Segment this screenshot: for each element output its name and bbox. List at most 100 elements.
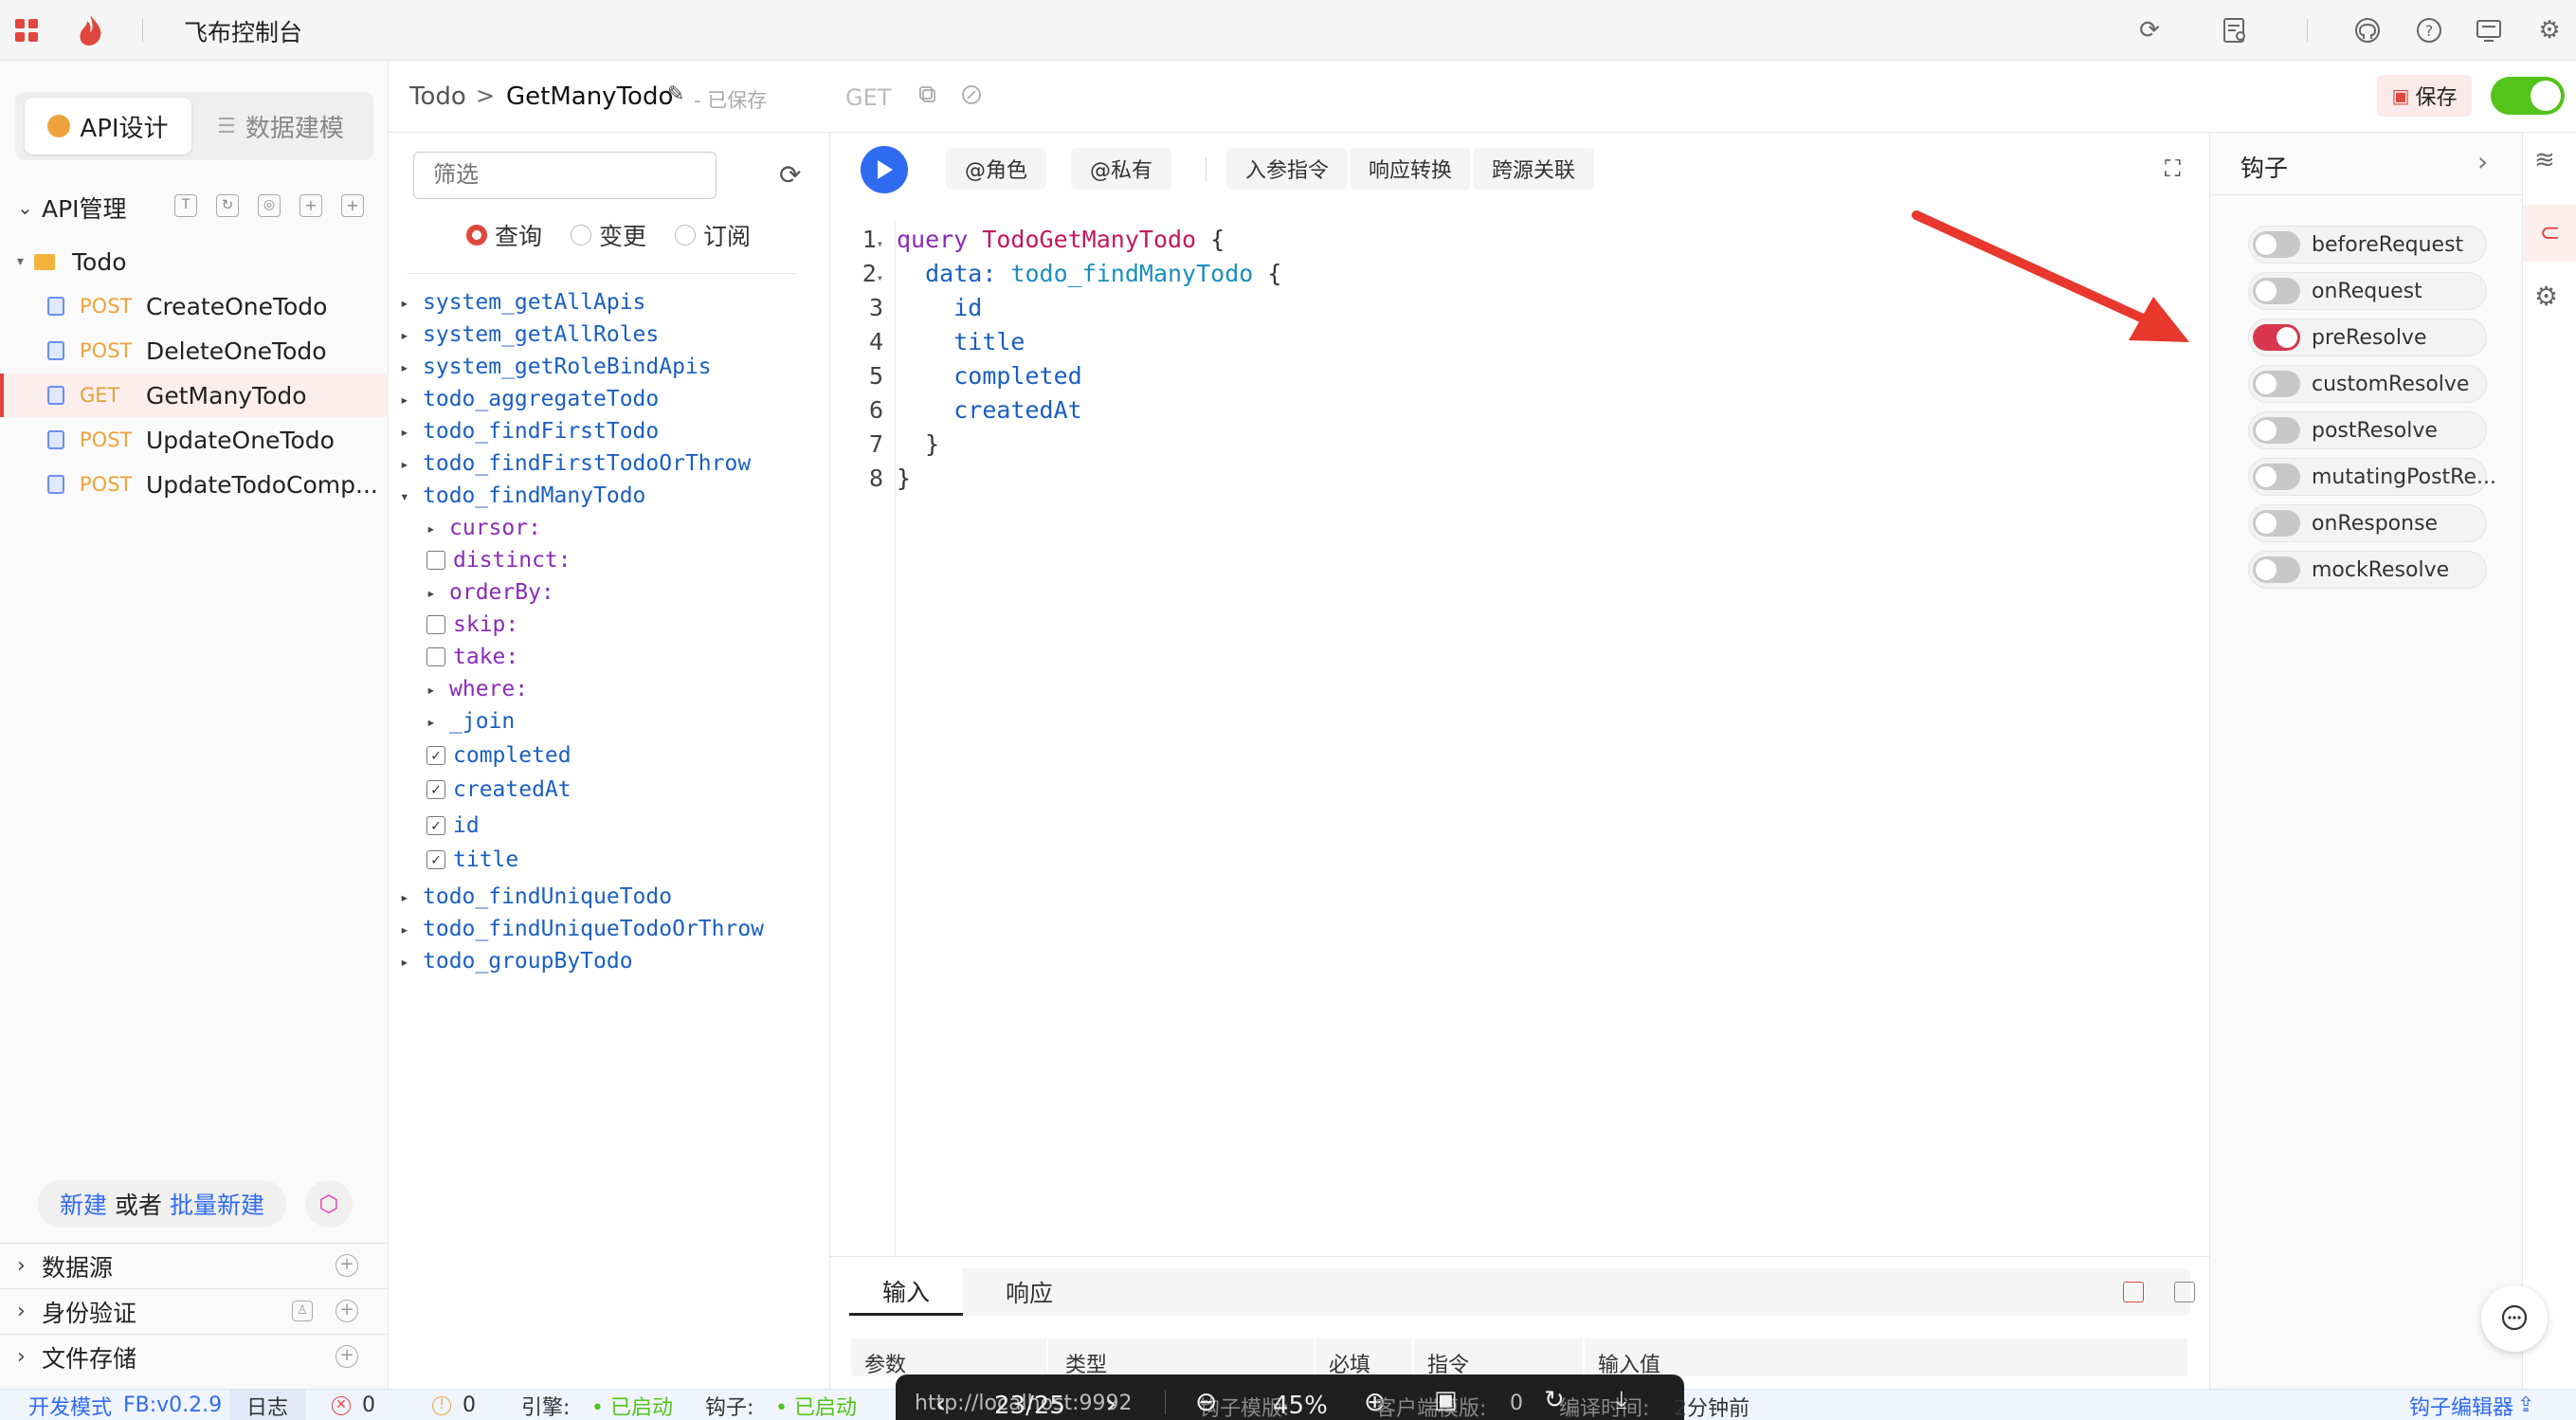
error-count[interactable]: ✕ 0 — [332, 1390, 375, 1420]
fullscreen-icon[interactable]: ⛶ — [2165, 155, 2181, 182]
section-storage[interactable]: › 文件存储 — [0, 1334, 389, 1379]
schema-field[interactable]: ▸ todo_aggregateTodo — [400, 383, 659, 415]
schema-subfield[interactable]: ✓ createdAt — [426, 774, 571, 806]
schema-field[interactable]: ▸ todo_findFirstTodoOrThrow — [400, 447, 751, 480]
refresh-icon[interactable]: ⟳ — [2132, 13, 2167, 47]
warning-count[interactable]: ! 0 — [432, 1390, 476, 1420]
checkbox-checked[interactable]: ✓ — [426, 780, 445, 799]
preview-doc-icon[interactable] — [2218, 13, 2252, 47]
schema-subfield[interactable]: ✓ id — [426, 810, 480, 842]
add-storage-icon[interactable]: + — [336, 1345, 358, 1368]
json-view-icon[interactable] — [2174, 1282, 2195, 1302]
new-folder-icon[interactable]: + — [299, 194, 322, 217]
flow-icon[interactable]: ≋ — [2534, 146, 2555, 174]
radio-subscription[interactable]: 订阅 — [675, 218, 751, 252]
schema-subfield[interactable]: ✓ completed — [426, 739, 571, 772]
hooks-header[interactable]: 钩子 › — [2210, 133, 2523, 195]
hook-item[interactable]: onRequest — [2248, 272, 2487, 310]
edit-pencil-icon[interactable]: ✎ — [667, 82, 684, 106]
hook-toggle-on[interactable] — [2253, 324, 2300, 351]
zoom-out-icon[interactable]: ⊖ — [1195, 1386, 1217, 1417]
schema-arg[interactable]: ▸ orderBy: — [426, 576, 554, 609]
cross-source-button[interactable]: 跨源关联 — [1473, 148, 1595, 190]
section-auth[interactable]: › 身份验证 — [0, 1288, 389, 1334]
log-button[interactable]: 日志 — [229, 1390, 305, 1420]
graphql-icon[interactable]: ⬡ — [305, 1180, 353, 1228]
schema-arg[interactable]: ▸ _join — [426, 705, 515, 737]
chat-button[interactable] — [2481, 1285, 2548, 1352]
section-datasource[interactable]: › 数据源 — [0, 1243, 389, 1288]
batch-new-link[interactable]: 批量新建 — [170, 1187, 264, 1221]
hook-item-active[interactable]: preResolve — [2248, 319, 2487, 356]
tree-folder-todo[interactable]: ▾ Todo — [0, 240, 389, 283]
form-view-icon[interactable] — [2123, 1282, 2144, 1302]
download-icon[interactable]: ⤓ — [1616, 1386, 1627, 1415]
tree-item-api[interactable]: POST CreateOneTodo — [0, 284, 389, 328]
run-button[interactable] — [861, 146, 908, 193]
hook-toggle[interactable] — [2253, 510, 2300, 537]
schema-field[interactable]: ▸ todo_groupByTodo — [400, 945, 633, 977]
schema-arg[interactable]: take: — [426, 641, 518, 673]
hook-item[interactable]: mockResolve — [2248, 551, 2487, 589]
checkbox-checked[interactable]: ✓ — [426, 816, 445, 835]
dev-mode[interactable]: 开发模式 — [28, 1390, 112, 1420]
hook-toggle[interactable] — [2253, 464, 2300, 490]
schema-field[interactable]: ▸ todo_findUniqueTodo — [400, 881, 672, 913]
hook-tab-active[interactable]: ⊂ — [2523, 205, 2576, 262]
filter-input-box[interactable] — [413, 152, 717, 199]
tree-item-api-selected[interactable]: GET GetManyTodo — [0, 373, 389, 417]
hook-item[interactable]: beforeRequest — [2248, 226, 2487, 264]
apps-grid-icon[interactable] — [13, 17, 40, 44]
filter-input[interactable] — [414, 153, 716, 198]
checkbox-checked[interactable]: ✓ — [426, 850, 445, 869]
schema-arg[interactable]: ▸ cursor: — [426, 512, 541, 544]
hook-item[interactable]: customResolve — [2248, 365, 2487, 403]
hook-toggle[interactable] — [2253, 231, 2300, 258]
link-icon[interactable] — [961, 84, 984, 107]
tree-item-api[interactable]: POST DeleteOneTodo — [0, 329, 389, 373]
add-datasource-icon[interactable]: + — [336, 1254, 358, 1277]
radio-mutation[interactable]: 变更 — [571, 218, 646, 252]
hook-editor-link[interactable]: 钩子编辑器 ⇪ — [2409, 1390, 2534, 1420]
role-directive-button[interactable]: @角色 — [946, 148, 1047, 190]
hook-toggle[interactable] — [2253, 417, 2300, 444]
hook-item[interactable]: mutatingPostRe... — [2248, 458, 2496, 496]
terminal-icon[interactable] — [2472, 13, 2506, 47]
help-icon[interactable]: ? — [2412, 13, 2446, 47]
tab-api-design[interactable]: API设计 — [25, 98, 191, 155]
schema-field[interactable]: ▸ todo_findFirstTodo — [400, 415, 659, 447]
enable-toggle[interactable] — [2491, 77, 2565, 115]
schema-arg[interactable]: skip: — [426, 609, 518, 641]
checkbox[interactable] — [426, 551, 445, 570]
hook-toggle[interactable] — [2253, 278, 2300, 304]
checkbox[interactable] — [426, 647, 445, 666]
tab-data-model[interactable]: ☰ 数据建模 — [197, 98, 364, 155]
input-directive-button[interactable]: 入参指令 — [1226, 148, 1349, 190]
hook-toggle[interactable] — [2253, 371, 2300, 397]
settings-gear-icon[interactable]: ⚙ — [2532, 13, 2567, 47]
user-icon[interactable]: ♙ — [292, 1301, 313, 1321]
schema-refresh-icon[interactable]: ⟳ — [779, 159, 801, 191]
target-icon[interactable]: ◎ — [258, 194, 281, 217]
schema-arg[interactable]: ▸ where: — [426, 673, 528, 705]
tab-input[interactable]: 输入 — [849, 1268, 963, 1316]
response-transform-button[interactable]: 响应转换 — [1350, 148, 1472, 190]
hook-item[interactable]: postResolve — [2248, 411, 2487, 449]
add-auth-icon[interactable]: + — [336, 1300, 358, 1322]
schema-field-expanded[interactable]: ▾ todo_findManyTodo — [400, 480, 645, 512]
save-button[interactable]: ▣ 保存 — [2377, 75, 2472, 117]
schema-arg[interactable]: distinct: — [426, 544, 571, 576]
hook-toggle[interactable] — [2253, 556, 2300, 583]
tree-item-api[interactable]: POST UpdateTodoComp... — [0, 463, 389, 506]
new-link[interactable]: 新建 — [60, 1187, 107, 1221]
schema-field[interactable]: ▸ system_getAllApis — [400, 286, 645, 319]
schema-field[interactable]: ▸ todo_findUniqueTodoOrThrow — [400, 913, 764, 945]
copy-icon[interactable] — [917, 84, 940, 107]
checkbox[interactable] — [426, 615, 445, 634]
tab-response[interactable]: 响应 — [972, 1268, 1086, 1316]
tree-item-api[interactable]: POST UpdateOneTodo — [0, 418, 389, 462]
new-file-icon[interactable]: + — [341, 194, 364, 217]
text-format-icon[interactable]: T — [174, 194, 197, 217]
settings-icon[interactable]: ⚙ — [2534, 281, 2558, 312]
hook-item[interactable]: onResponse — [2248, 504, 2487, 542]
